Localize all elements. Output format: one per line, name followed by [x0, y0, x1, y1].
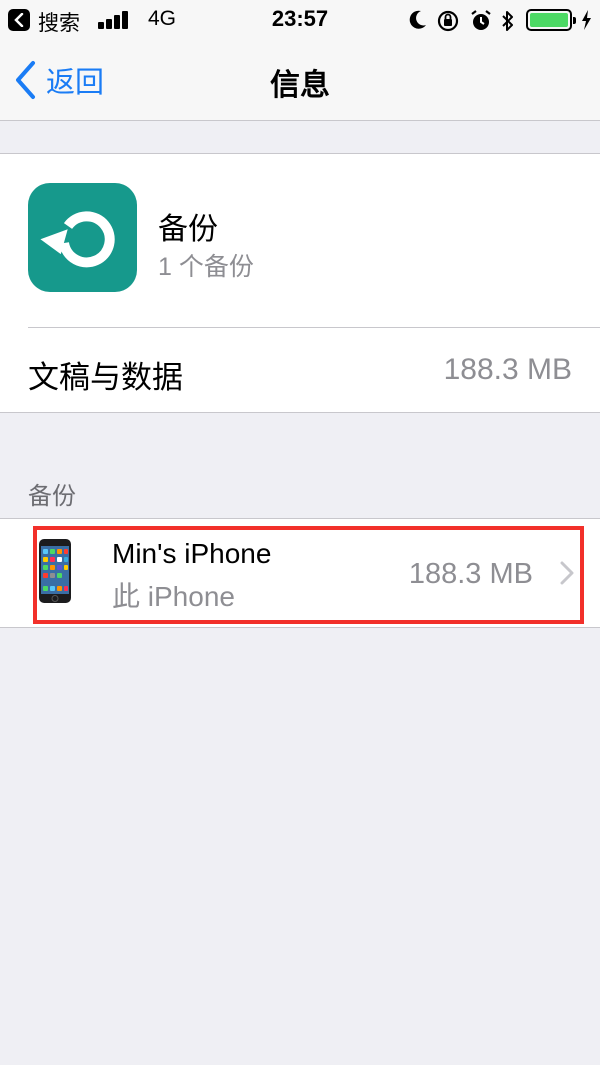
iphone-device-icon: [39, 539, 71, 603]
moon-icon: [409, 10, 426, 29]
documents-and-data-row: 文稿与数据 188.3 MB: [0, 328, 600, 412]
device-subtitle: 此 iPhone: [112, 581, 235, 612]
documents-and-data-size: 188.3 MB: [443, 353, 572, 386]
section-header-backups: 备份: [28, 483, 76, 510]
charging-icon: [582, 10, 591, 30]
backups-list: Min's iPhone 此 iPhone 188.3 MB: [0, 518, 600, 628]
backup-device-row[interactable]: Min's iPhone 此 iPhone 188.3 MB: [0, 519, 600, 628]
chevron-right-icon: [560, 561, 574, 585]
status-bar: 搜索 4G 23:57: [0, 0, 600, 40]
device-backup-size: 188.3 MB: [408, 558, 533, 590]
documents-and-data-label: 文稿与数据: [28, 360, 183, 395]
rotation-lock-icon: [437, 10, 459, 32]
bluetooth-icon: [502, 11, 513, 31]
alarm-icon: [471, 10, 491, 30]
backup-info-group: 备份 1 个备份 文稿与数据 188.3 MB: [0, 153, 600, 413]
page-title: 信息: [270, 69, 330, 102]
backup-title: 备份: [158, 213, 218, 246]
backup-app-icon: [28, 183, 137, 292]
backup-count: 1 个备份: [158, 253, 254, 281]
battery-icon: [526, 9, 576, 31]
navigation-bar: 返回 信息: [0, 40, 600, 121]
device-name: Min's iPhone: [112, 538, 272, 569]
